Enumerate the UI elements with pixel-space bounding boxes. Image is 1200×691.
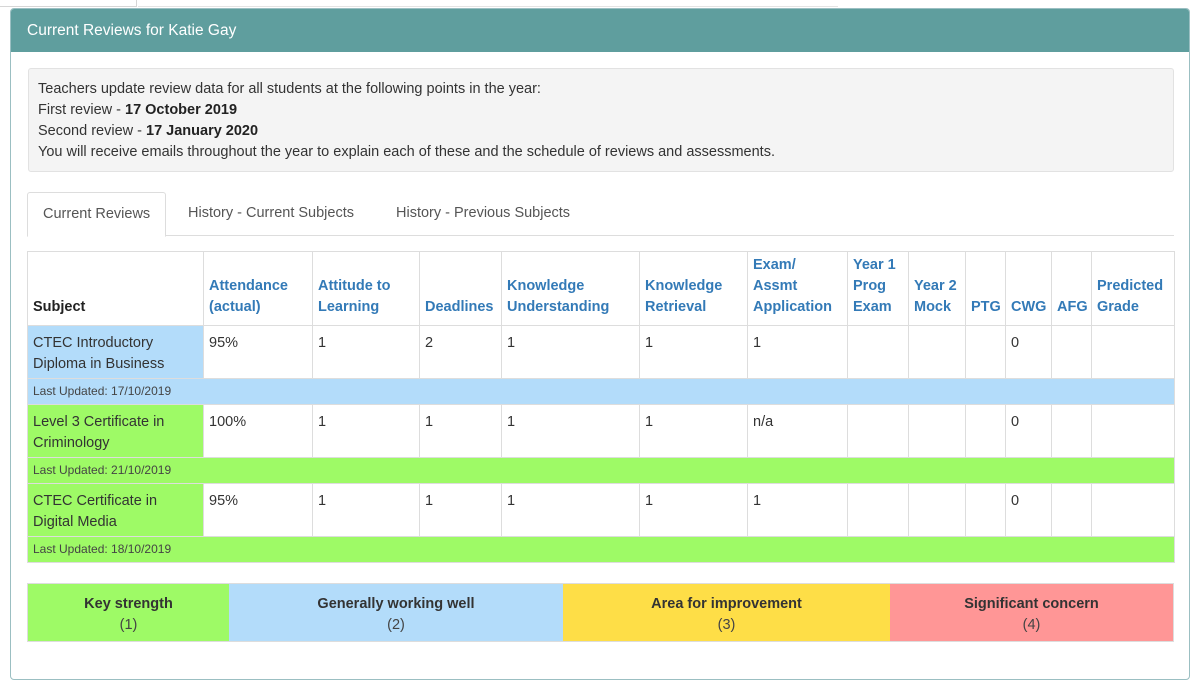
reviews-table-body: CTEC Introductory Diploma in Business 95… (27, 325, 1175, 563)
reviews-table: Subject Attendance (actual) Attitude to … (27, 251, 1175, 563)
legend-working-well: Generally working well (2) (229, 584, 563, 641)
header-predicted-grade[interactable]: Predicted Grade (1091, 251, 1175, 326)
attitude-cell: 1 (312, 404, 420, 458)
legend-number: (1) (119, 617, 138, 633)
exam-application-cell: n/a (747, 404, 848, 458)
afg-cell (1051, 325, 1092, 379)
cwg-cell: 0 (1005, 325, 1052, 379)
subject-cell: CTEC Introductory Diploma in Business (27, 325, 204, 379)
afg-cell (1051, 404, 1092, 458)
top-tab-edge[interactable] (0, 0, 137, 7)
predicted-grade-cell (1091, 404, 1175, 458)
last-updated-row: Last Updated: 17/10/2019 (27, 378, 1175, 405)
cwg-cell: 0 (1005, 404, 1052, 458)
deadlines-cell: 1 (419, 404, 502, 458)
tab-history-current-subjects[interactable]: History - Current Subjects (173, 192, 369, 236)
table-row: Level 3 Certificate in Criminology 100% … (27, 404, 1175, 458)
grade-legend: Key strength (1) Generally working well … (27, 583, 1174, 642)
predicted-grade-cell (1091, 325, 1175, 379)
table-row: CTEC Introductory Diploma in Business 95… (27, 325, 1175, 379)
top-tab-strip (0, 0, 1200, 7)
deadlines-cell: 1 (419, 483, 502, 537)
attitude-cell: 1 (312, 325, 420, 379)
first-review-date: 17 October 2019 (125, 102, 238, 118)
header-ptg[interactable]: PTG (965, 251, 1006, 326)
info-first-review: First review - 17 October 2019 (38, 100, 1173, 121)
exam-application-cell: 1 (747, 325, 848, 379)
knowledge-understanding-cell: 1 (501, 325, 640, 379)
attendance-cell: 100% (203, 404, 313, 458)
header-cwg[interactable]: CWG (1005, 251, 1052, 326)
info-second-review: Second review - 17 January 2020 (38, 121, 1173, 142)
legend-area-improvement: Area for improvement (3) (563, 584, 890, 641)
header-year2-mock[interactable]: Year 2 Mock (908, 251, 966, 326)
legend-key-strength: Key strength (1) (28, 584, 229, 641)
knowledge-retrieval-cell: 1 (639, 325, 748, 379)
info-intro: Teachers update review data for all stud… (38, 81, 541, 97)
info-emails-note: You will receive emails throughout the y… (38, 144, 775, 160)
table-row: CTEC Certificate in Digital Media 95% 1 … (27, 483, 1175, 537)
deadlines-cell: 2 (419, 325, 502, 379)
knowledge-understanding-cell: 1 (501, 404, 640, 458)
top-tab-line (138, 0, 838, 7)
attendance-cell: 95% (203, 325, 313, 379)
legend-number: (3) (717, 617, 736, 633)
knowledge-understanding-cell: 1 (501, 483, 640, 537)
header-knowledge-retrieval[interactable]: Knowledge Retrieval (639, 251, 748, 326)
legend-number: (4) (1022, 617, 1041, 633)
year2-mock-cell (908, 325, 966, 379)
last-updated-text: Last Updated: 17/10/2019 (27, 378, 1175, 405)
subject-cell: CTEC Certificate in Digital Media (27, 483, 204, 537)
last-updated-row: Last Updated: 21/10/2019 (27, 457, 1175, 484)
knowledge-retrieval-cell: 1 (639, 483, 748, 537)
subject-cell: Level 3 Certificate in Criminology (27, 404, 204, 458)
year1-prog-exam-cell (847, 404, 909, 458)
year2-mock-cell (908, 404, 966, 458)
attitude-cell: 1 (312, 483, 420, 537)
last-updated-text: Last Updated: 21/10/2019 (27, 457, 1175, 484)
header-exam-application[interactable]: Exam/ Assmt Application (747, 251, 848, 326)
header-subject: Subject (27, 251, 204, 326)
year2-mock-cell (908, 483, 966, 537)
cwg-cell: 0 (1005, 483, 1052, 537)
ptg-cell (965, 483, 1006, 537)
header-row: Subject Attendance (actual) Attitude to … (27, 251, 1175, 326)
legend-title: Significant concern (964, 596, 1099, 612)
legend-number: (2) (387, 617, 405, 633)
reviews-panel: Current Reviews for Katie Gay Teachers u… (10, 8, 1190, 680)
header-attendance[interactable]: Attendance (actual) (203, 251, 313, 326)
legend-significant-concern: Significant concern (4) (890, 584, 1173, 641)
last-updated-row: Last Updated: 18/10/2019 (27, 536, 1175, 563)
tab-current-reviews[interactable]: Current Reviews (27, 192, 167, 237)
knowledge-retrieval-cell: 1 (639, 404, 748, 458)
header-knowledge-understanding[interactable]: Knowledge Understanding (501, 251, 640, 326)
first-review-label: First review - (38, 102, 125, 118)
legend-title: Area for improvement (651, 596, 802, 612)
exam-application-cell: 1 (747, 483, 848, 537)
header-afg[interactable]: AFG (1051, 251, 1092, 326)
header-year1-prog-exam[interactable]: Year 1 Prog Exam (847, 251, 909, 326)
year1-prog-exam-cell (847, 483, 909, 537)
reviews-table-head: Subject Attendance (actual) Attitude to … (27, 251, 1175, 326)
legend-title: Generally working well (317, 596, 475, 612)
ptg-cell (965, 404, 1006, 458)
predicted-grade-cell (1091, 483, 1175, 537)
afg-cell (1051, 483, 1092, 537)
panel-title: Current Reviews for Katie Gay (11, 9, 1189, 52)
review-info-box: Teachers update review data for all stud… (28, 68, 1174, 172)
header-attitude[interactable]: Attitude to Learning (312, 251, 420, 326)
second-review-label: Second review - (38, 123, 146, 139)
last-updated-text: Last Updated: 18/10/2019 (27, 536, 1175, 563)
attendance-cell: 95% (203, 483, 313, 537)
tab-history-previous-subjects[interactable]: History - Previous Subjects (381, 192, 585, 236)
header-deadlines[interactable]: Deadlines (419, 251, 502, 326)
ptg-cell (965, 325, 1006, 379)
year1-prog-exam-cell (847, 325, 909, 379)
second-review-date: 17 January 2020 (146, 123, 259, 139)
legend-title: Key strength (84, 596, 173, 612)
review-tabs: Current Reviews History - Current Subjec… (27, 192, 1174, 237)
